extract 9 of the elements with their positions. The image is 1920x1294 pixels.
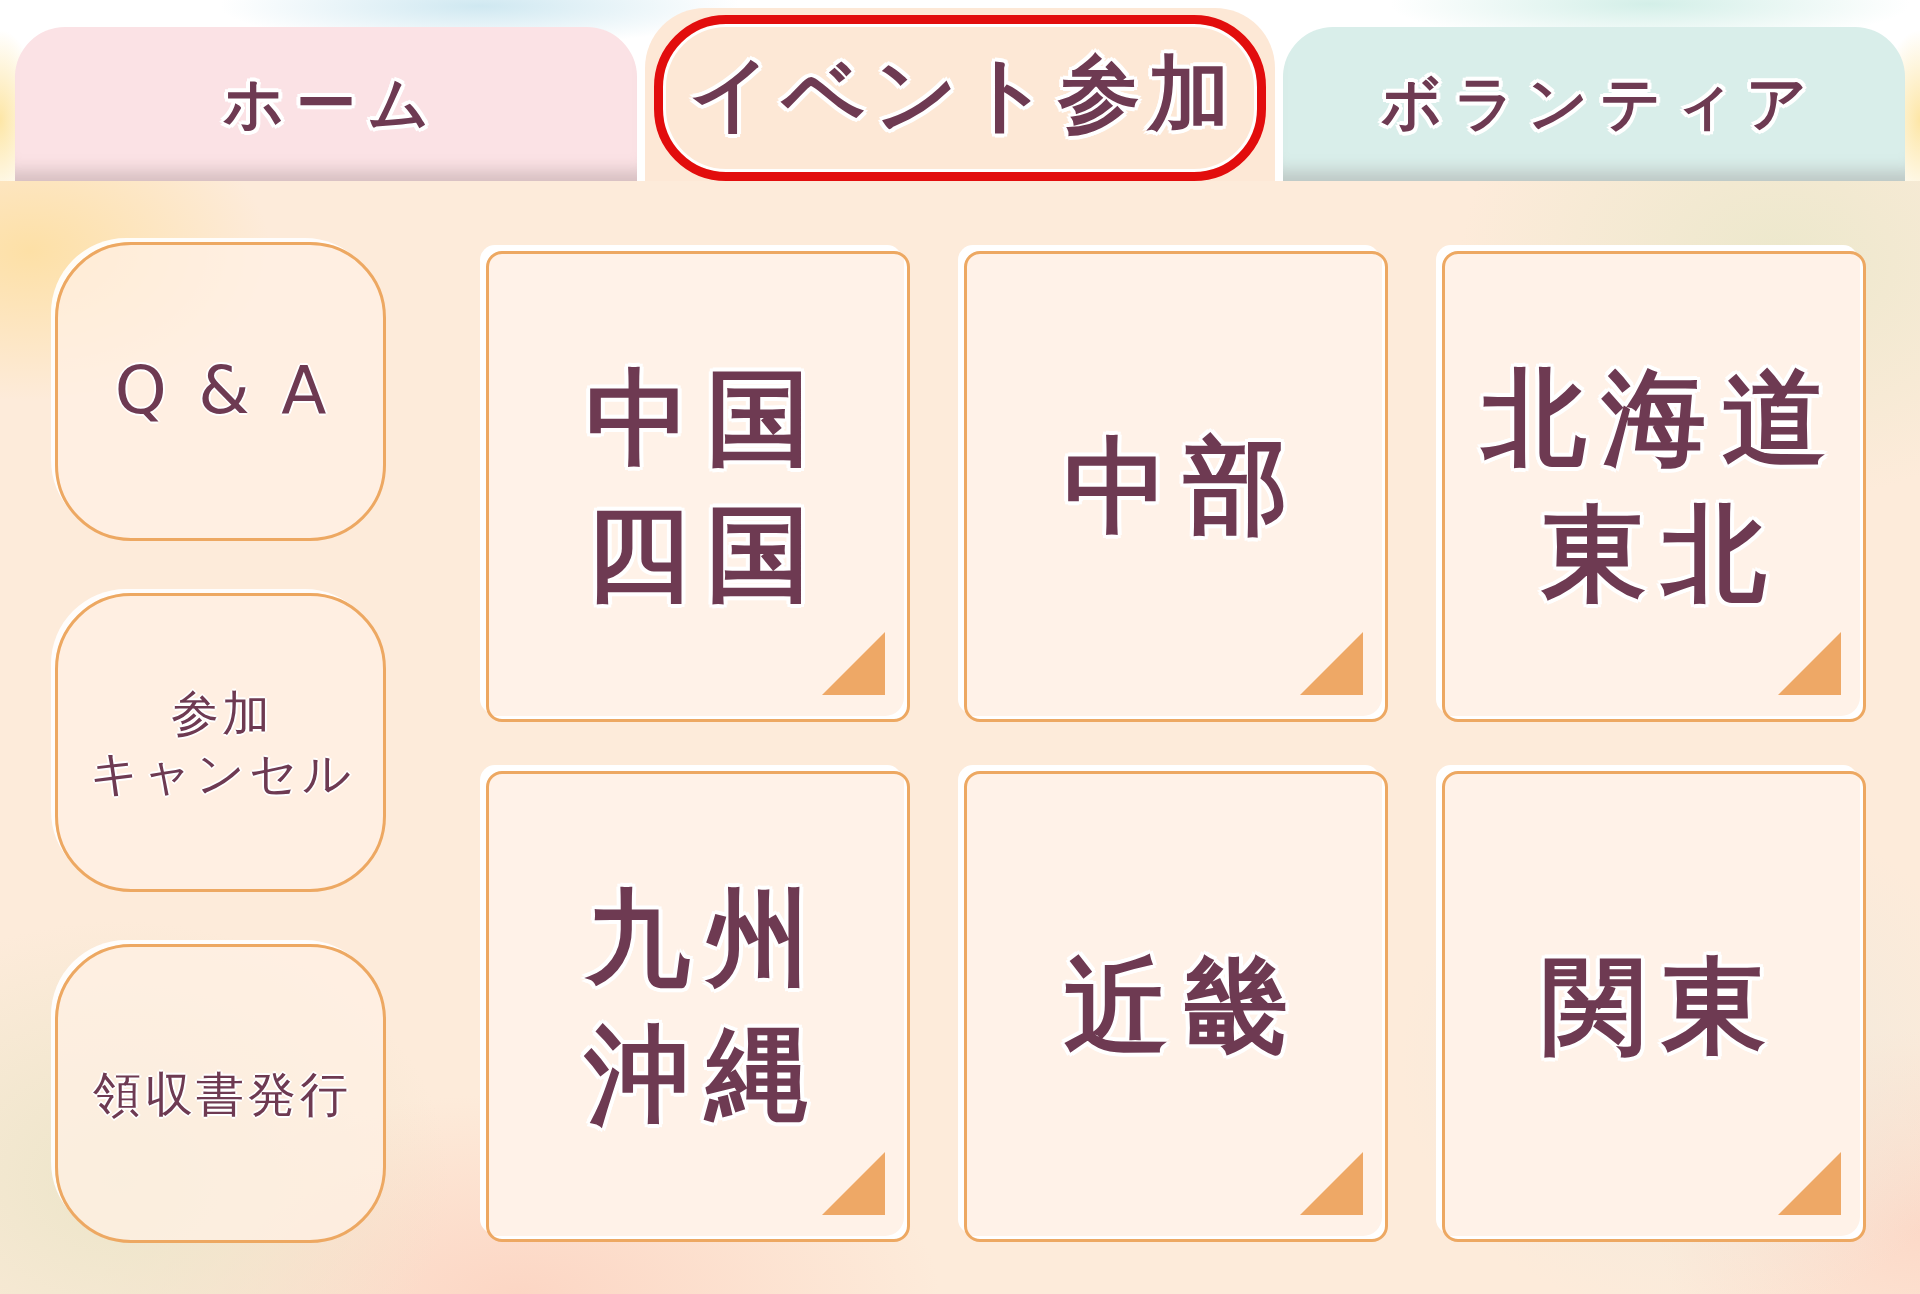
triangle-icon (1300, 1152, 1363, 1215)
tab[interactable]: イベント参加 (654, 15, 1266, 181)
triangle-icon (822, 1152, 885, 1215)
tab[interactable]: ボランティア (1283, 27, 1905, 181)
triangle-icon (1300, 632, 1363, 695)
triangle-icon (1778, 1152, 1841, 1215)
triangle-icon (1778, 632, 1841, 695)
tab[interactable]: ホーム (15, 27, 637, 181)
triangle-icon (822, 632, 885, 695)
